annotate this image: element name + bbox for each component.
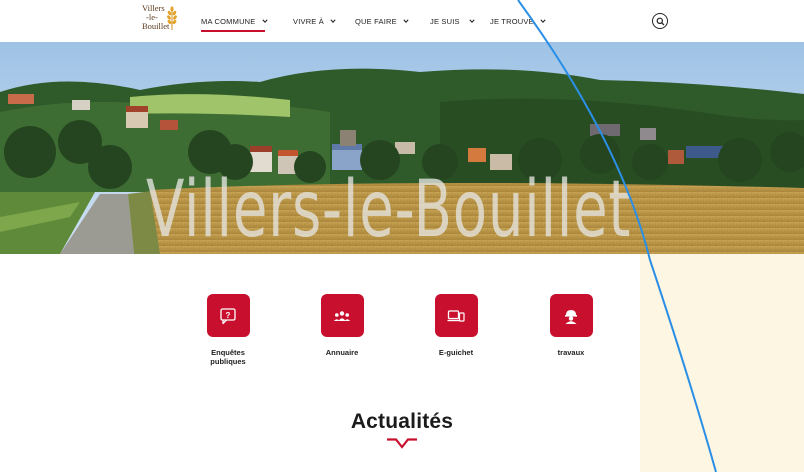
nav-label: MA COMMUNE (201, 16, 256, 26)
quick-link-enquetes[interactable]: ? Enquêtes publiques (188, 294, 268, 366)
quick-link-label: Enquêtes publiques (210, 348, 246, 366)
quick-link-button[interactable]: ? (206, 294, 250, 337)
worker-helmet-icon (565, 309, 577, 324)
site-header: Villers -le- Bouillet MA COMMUNE VIVRE À (0, 0, 804, 42)
search-button[interactable] (652, 13, 668, 29)
quick-link-label: Annuaire (325, 348, 359, 357)
quick-link-travaux[interactable]: travaux (531, 294, 611, 357)
news-heading: Actualités (350, 410, 454, 433)
people-group-icon (333, 310, 351, 321)
site-logo[interactable]: Villers -le- Bouillet (142, 4, 182, 34)
quick-links: ? Enquêtes publiques Annuaire E-guichet … (0, 294, 804, 374)
chevron-down-icon (469, 19, 475, 24)
nav-item-que-faire[interactable]: QUE FAIRE (355, 0, 430, 42)
chevron-down-icon (540, 19, 546, 24)
quick-link-label: E-guichet (438, 348, 474, 357)
svg-text:?: ? (226, 310, 231, 319)
hero-banner: Villers-le-Bouillet (0, 42, 804, 254)
quick-link-button[interactable] (549, 294, 593, 337)
quick-link-annuaire[interactable]: Annuaire (302, 294, 382, 357)
nav-item-vivre-a[interactable]: VIVRE À (293, 0, 355, 42)
main-nav: MA COMMUNE VIVRE À QUE FAIRE JE SUIS JE … (201, 0, 560, 42)
chevron-down-icon (330, 19, 336, 24)
quick-link-label: travaux (557, 348, 585, 357)
wheat-icon (167, 6, 177, 30)
nav-item-je-trouve[interactable]: JE TROUVE (490, 0, 560, 42)
nav-label: JE TROUVE (490, 16, 534, 26)
nav-label: QUE FAIRE (355, 16, 397, 26)
nav-label: VIVRE À (293, 16, 324, 26)
nav-item-je-suis[interactable]: JE SUIS (430, 0, 490, 42)
news-section: Actualités (0, 410, 804, 450)
hero-title: Villers-le-Bouillet (146, 165, 632, 254)
chevron-down-icon (387, 438, 417, 449)
quick-link-button[interactable] (434, 294, 478, 337)
question-bubble-icon: ? (220, 307, 236, 324)
chevron-down-icon (403, 19, 409, 24)
devices-icon (447, 309, 465, 322)
quick-link-button[interactable] (320, 294, 364, 337)
chevron-down-icon (261, 19, 268, 24)
quick-link-e-guichet[interactable]: E-guichet (416, 294, 496, 357)
nav-label: JE SUIS (430, 16, 460, 26)
search-icon (656, 17, 664, 25)
nav-item-ma-commune[interactable]: MA COMMUNE (201, 0, 293, 42)
